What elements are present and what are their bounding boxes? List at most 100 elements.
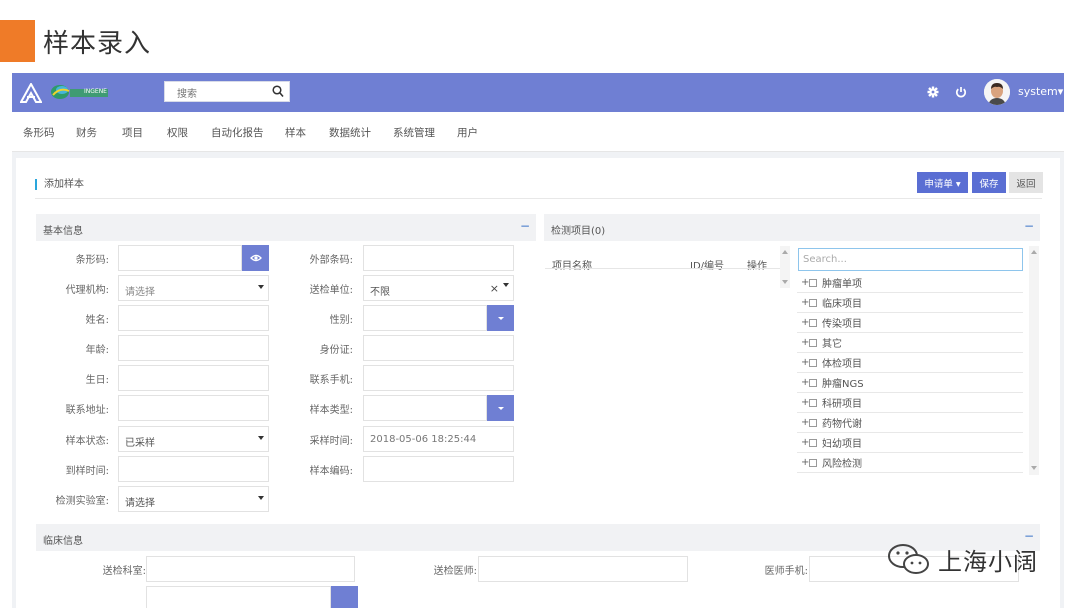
gear-icon[interactable] [926,85,940,99]
clear-icon[interactable]: × [490,282,499,295]
address-input[interactable] [118,395,269,421]
sample-time-input[interactable]: 2018-05-06 18:25:44 [363,426,514,452]
tree-checkbox[interactable] [809,278,817,287]
expand-icon[interactable]: + [801,437,809,448]
basic-info-header: 基本信息 − [36,214,536,241]
tree-item[interactable]: + 药物代谢 [797,413,1023,433]
tree-checkbox[interactable] [809,358,817,367]
expand-icon[interactable]: + [801,397,809,408]
expand-icon[interactable]: + [801,297,809,308]
tree-checkbox[interactable] [809,378,817,387]
birthday-input[interactable] [118,365,269,391]
collapse-basic-button[interactable]: − [520,219,530,233]
expand-icon[interactable]: + [801,317,809,328]
scroll-up-icon[interactable] [1031,250,1037,254]
tree-item-label: 妇幼项目 [822,439,862,450]
scroll-up-icon[interactable] [782,250,788,254]
save-button[interactable]: 保存 [972,172,1006,193]
tree-checkbox[interactable] [809,418,817,427]
name-input[interactable] [118,305,269,331]
lab-select-value: 请选择 [125,498,155,509]
projects-table-scrollbar[interactable] [780,246,790,288]
logo-text: INGENE [84,88,107,95]
nav-projects[interactable]: 项目 [122,125,143,140]
expand-icon[interactable]: + [801,337,809,348]
unit-select[interactable]: 不限 × [363,275,514,301]
id-card-input[interactable] [363,335,514,361]
search-input[interactable] [165,85,265,104]
status-select[interactable]: 已采样 [118,426,269,452]
tree-checkbox[interactable] [809,398,817,407]
barcode-input[interactable] [118,245,242,271]
tree-item-label: 临床项目 [822,299,862,310]
search-icon[interactable] [272,85,284,98]
expand-icon[interactable]: + [801,417,809,428]
scroll-down-icon[interactable] [782,280,788,284]
expand-icon[interactable]: + [801,457,809,468]
arrival-time-input[interactable] [118,456,269,482]
tree-item[interactable]: + 传染项目 [797,313,1023,333]
lab-select[interactable]: 请选择 [118,486,269,512]
nav-samples[interactable]: 样本 [285,125,306,140]
tree-item[interactable]: + 科研项目 [797,393,1023,413]
gender-select[interactable] [363,305,487,331]
phone-input[interactable] [363,365,514,391]
col-operation: 操作 [747,261,767,272]
tree-item[interactable]: + 体检项目 [797,353,1023,373]
project-tree-search[interactable]: Search... [798,248,1023,271]
age-input[interactable] [118,335,269,361]
age-label: 年龄: [85,345,109,356]
tree-item-label: 肿瘤NGS [822,379,864,390]
expand-icon[interactable]: + [801,277,809,288]
agency-select[interactable]: 请选择 [118,275,269,301]
clinical-row2-input[interactable] [146,586,331,608]
tree-checkbox[interactable] [809,338,817,347]
tree-checkbox[interactable] [809,438,817,447]
tree-checkbox[interactable] [809,318,817,327]
collapse-projects-button[interactable]: − [1024,219,1034,233]
nav-barcode[interactable]: 条形码 [23,125,55,140]
gender-dropdown-button[interactable] [487,305,514,331]
tree-item[interactable]: + 其它 [797,333,1023,353]
expand-icon[interactable]: + [801,357,809,368]
external-barcode-input[interactable] [363,245,514,271]
sample-type-label: 样本类型: [309,405,353,416]
tree-item[interactable]: + 肿瘤单项 [797,273,1023,293]
barcode-label: 条形码: [75,255,109,266]
tree-item[interactable]: + 肿瘤NGS [797,373,1023,393]
sample-type-dropdown-button[interactable] [487,395,514,421]
card-title: 添加样本 [35,179,84,190]
tree-checkbox[interactable] [809,458,817,467]
status-label: 样本状态: [65,436,109,447]
tree-item-label: 药物代谢 [822,419,862,430]
tree-item[interactable]: + 临床项目 [797,293,1023,313]
tree-checkbox[interactable] [809,298,817,307]
nav-finance[interactable]: 财务 [76,125,97,140]
nav-users[interactable]: 用户 [457,125,478,140]
department-input[interactable] [146,556,355,582]
clinical-row2-dropdown-button[interactable] [331,586,358,608]
nav-permissions[interactable]: 权限 [167,125,188,140]
project-tree-scrollbar[interactable] [1029,246,1039,475]
application-form-button[interactable]: 申请单 ▾ [917,172,968,193]
back-button[interactable]: 返回 [1009,172,1043,193]
nav-statistics[interactable]: 数据统计 [329,125,371,140]
power-icon[interactable] [954,85,968,99]
slide-title: 样本录入 [43,28,152,59]
tree-item[interactable]: + 妇幼项目 [797,433,1023,453]
top-bar: INGENE 搜索 system▾ [12,73,1064,112]
nav-system-admin[interactable]: 系统管理 [393,125,435,140]
scroll-down-icon[interactable] [1031,466,1037,470]
avatar[interactable] [984,79,1010,105]
tree-item-label: 传染项目 [822,319,862,330]
expand-icon[interactable]: + [801,377,809,388]
barcode-view-button[interactable] [242,245,269,271]
tree-item-label: 体检项目 [822,359,862,370]
tree-item[interactable]: + 风险检测 [797,453,1023,473]
doctor-input[interactable] [478,556,688,582]
sample-type-select[interactable] [363,395,487,421]
sample-code-input[interactable] [363,456,514,482]
user-menu[interactable]: system▾ [1018,85,1063,98]
brand-logo-icon[interactable] [20,83,42,103]
nav-auto-report[interactable]: 自动化报告 [211,125,264,140]
